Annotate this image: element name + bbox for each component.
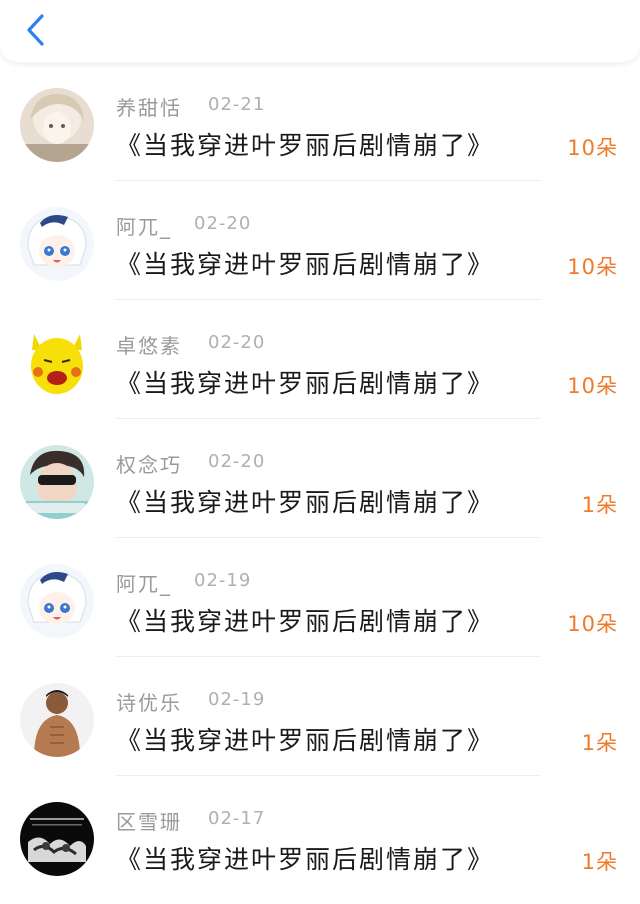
gift-date: 02-21 — [208, 94, 266, 115]
user-name: 阿兀_ — [116, 572, 172, 596]
avatar[interactable] — [20, 683, 94, 757]
list-item[interactable]: 养甜恬 02-21 《当我穿进叶罗丽后剧情崩了》 10朵 — [0, 62, 640, 181]
avatar[interactable] — [20, 326, 94, 400]
gift-date: 02-19 — [208, 689, 266, 710]
book-title: 《当我穿进叶罗丽后剧情崩了》 — [116, 369, 495, 398]
flower-count: 10朵 — [567, 374, 618, 398]
book-title: 《当我穿进叶罗丽后剧情崩了》 — [116, 607, 495, 636]
flower-count: 10朵 — [567, 612, 618, 636]
chevron-left-icon — [27, 14, 44, 46]
book-title: 《当我穿进叶罗丽后剧情崩了》 — [116, 250, 495, 279]
gift-date: 02-17 — [208, 808, 266, 829]
user-name: 阿兀_ — [116, 215, 172, 239]
back-button[interactable] — [18, 10, 54, 50]
gift-date: 02-19 — [194, 570, 252, 591]
avatar[interactable] — [20, 207, 94, 281]
top-bar — [0, 0, 640, 62]
list-item[interactable]: 权念巧 02-20 《当我穿进叶罗丽后剧情崩了》 1朵 — [0, 419, 640, 538]
flower-count: 1朵 — [581, 493, 618, 517]
book-title: 《当我穿进叶罗丽后剧情崩了》 — [116, 488, 495, 517]
avatar[interactable] — [20, 802, 94, 876]
avatar[interactable] — [20, 445, 94, 519]
list-item[interactable]: 区雪珊 02-17 《当我穿进叶罗丽后剧情崩了》 1朵 — [0, 776, 640, 895]
user-name: 权念巧 — [116, 453, 182, 477]
book-title: 《当我穿进叶罗丽后剧情崩了》 — [116, 845, 495, 874]
flower-count: 1朵 — [581, 731, 618, 755]
user-name: 诗优乐 — [116, 691, 182, 715]
list-item[interactable]: 阿兀_ 02-20 《当我穿进叶罗丽后剧情崩了》 10朵 — [0, 181, 640, 300]
gift-date: 02-20 — [208, 451, 266, 472]
avatar[interactable] — [20, 88, 94, 162]
list-item[interactable]: 卓悠素 02-20 《当我穿进叶罗丽后剧情崩了》 10朵 — [0, 300, 640, 419]
book-title: 《当我穿进叶罗丽后剧情崩了》 — [116, 131, 495, 160]
user-name: 卓悠素 — [116, 334, 182, 358]
list-item[interactable]: 诗优乐 02-19 《当我穿进叶罗丽后剧情崩了》 1朵 — [0, 657, 640, 776]
list-item[interactable]: 阿兀_ 02-19 《当我穿进叶罗丽后剧情崩了》 10朵 — [0, 538, 640, 657]
flower-count: 10朵 — [567, 255, 618, 279]
flower-count: 10朵 — [567, 136, 618, 160]
avatar[interactable] — [20, 564, 94, 638]
gift-record-list: 养甜恬 02-21 《当我穿进叶罗丽后剧情崩了》 10朵 阿兀_ 02-20 《… — [0, 62, 640, 904]
user-name: 养甜恬 — [116, 96, 182, 120]
gift-date: 02-20 — [208, 332, 266, 353]
flower-count: 1朵 — [581, 850, 618, 874]
user-name: 区雪珊 — [116, 810, 182, 834]
gift-date: 02-20 — [194, 213, 252, 234]
book-title: 《当我穿进叶罗丽后剧情崩了》 — [116, 726, 495, 755]
